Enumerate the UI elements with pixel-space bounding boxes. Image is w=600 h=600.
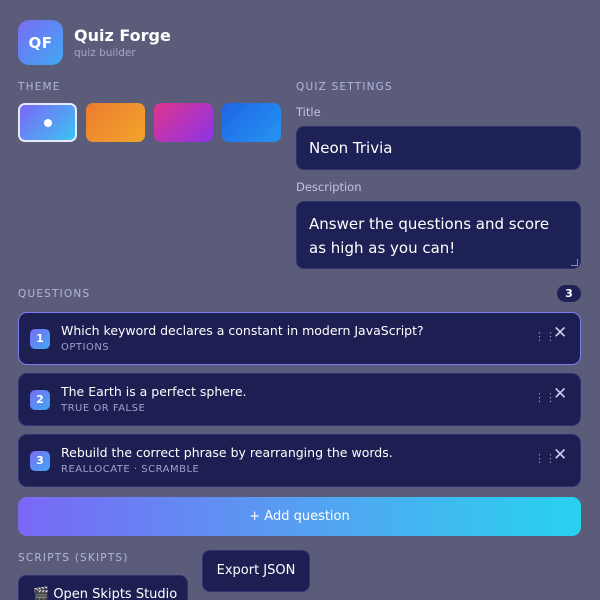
open-studio-button[interactable]: 🎬 Open Skipts Studio: [18, 575, 188, 600]
question-text: The Earth is a perfect sphere.: [61, 384, 247, 399]
brand-block: Quiz Forge quiz builder: [74, 26, 171, 59]
description-line-1: Answer the questions and score: [309, 215, 550, 233]
question-text: Rebuild the correct phrase by rearrangin…: [61, 445, 393, 460]
question-card-3[interactable]: 3 Rebuild the correct phrase by rearrang…: [18, 434, 581, 487]
questions-section-label: QUESTIONS: [18, 288, 91, 300]
question-number: 3: [30, 451, 50, 471]
description-line-2: as high as you can!: [309, 239, 456, 257]
add-question-button[interactable]: + Add question: [18, 497, 581, 536]
theme-swatch-blue[interactable]: [222, 103, 281, 142]
title-input[interactable]: Neon Trivia: [296, 126, 581, 170]
theme-section-label: THEME: [18, 81, 61, 93]
question-card-2[interactable]: 2 The Earth is a perfect sphere. TRUE OR…: [18, 373, 581, 426]
quiz-settings-label: QUIZ SETTINGS: [296, 81, 393, 93]
question-text: Which keyword declares a constant in mod…: [61, 323, 424, 338]
close-icon[interactable]: ✕: [553, 325, 567, 342]
question-type: TRUE OR FALSE: [61, 403, 146, 414]
question-number: 1: [30, 329, 50, 349]
question-type: OPTIONS: [61, 342, 110, 353]
app-name: Quiz Forge: [74, 26, 171, 45]
question-card-1[interactable]: 1 Which keyword declares a constant in m…: [18, 312, 581, 365]
close-icon[interactable]: ✕: [553, 386, 567, 403]
description-textarea[interactable]: Answer the questions and score as high a…: [296, 201, 581, 269]
app-header: QF Quiz Forge quiz builder: [18, 20, 171, 65]
selected-dot-icon: [43, 118, 52, 127]
export-json-button[interactable]: Export JSON: [202, 550, 310, 592]
question-count-badge: 3: [557, 285, 581, 302]
app-subtitle: quiz builder: [74, 47, 136, 59]
theme-swatch-amber[interactable]: [86, 103, 145, 142]
description-field-label: Description: [296, 180, 362, 194]
resize-handle-icon[interactable]: [571, 259, 578, 266]
question-type: REALLOCATE · SCRAMBLE: [61, 464, 200, 475]
close-icon[interactable]: ✕: [553, 447, 567, 464]
title-field-label: Title: [296, 105, 321, 119]
app-logo: QF: [18, 20, 63, 65]
scripts-section-label: SCRIPTS (SKIPTS): [18, 552, 129, 564]
theme-swatch-violet-cyan[interactable]: [18, 103, 77, 142]
question-number: 2: [30, 390, 50, 410]
theme-swatch-magenta[interactable]: [154, 103, 213, 142]
